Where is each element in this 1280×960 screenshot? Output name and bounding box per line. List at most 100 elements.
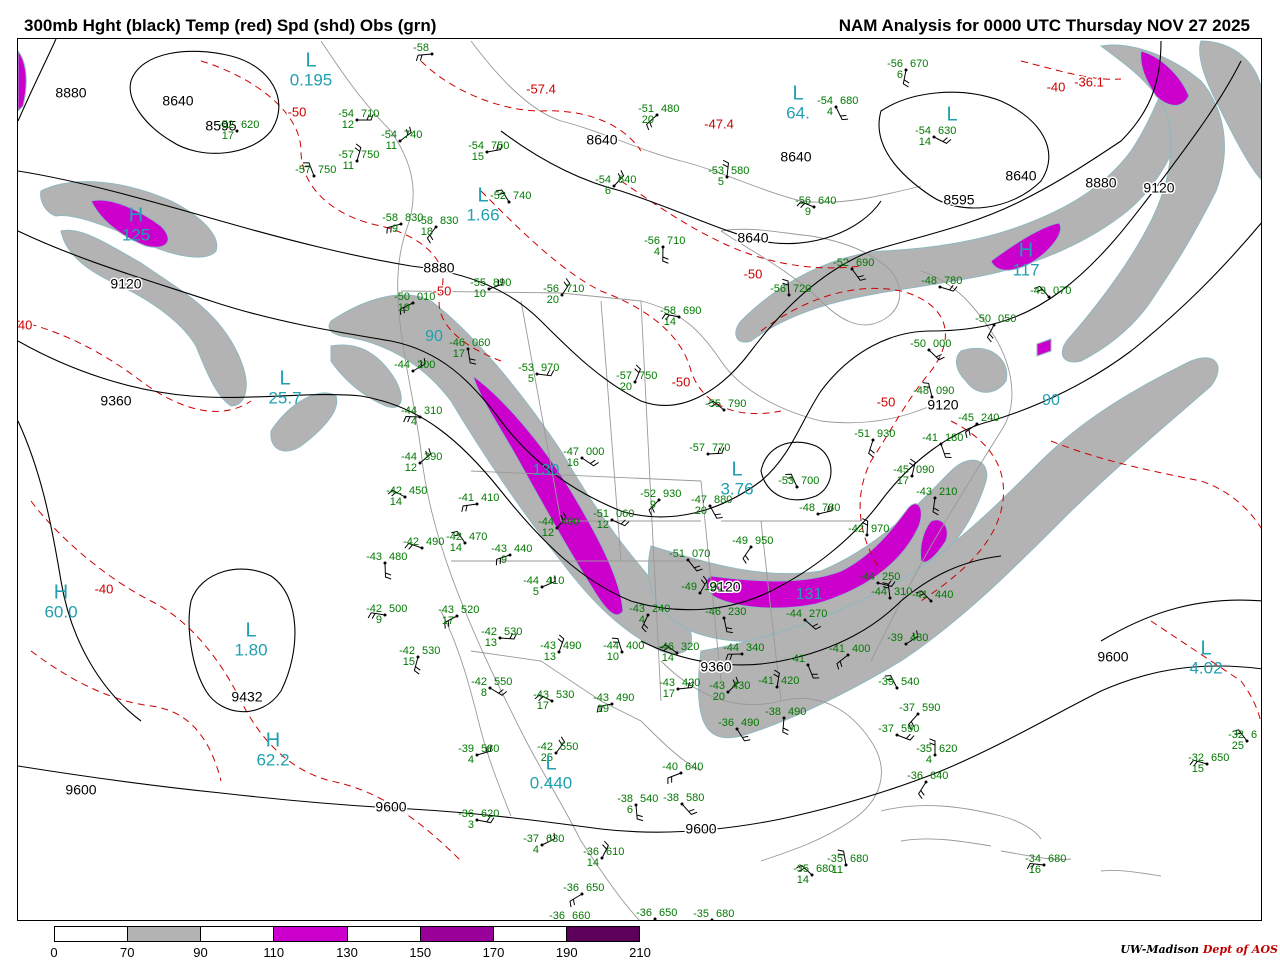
station-marker	[834, 105, 838, 109]
station-temperature: -48	[921, 275, 937, 287]
wind-barb	[917, 781, 927, 799]
station-marker	[560, 293, 564, 297]
station-plot: -36 6203	[458, 808, 499, 831]
station-height: 410	[546, 575, 564, 587]
station-plot: -55 790	[705, 398, 746, 412]
wind-barb	[489, 687, 508, 696]
station-temperature: -49	[1030, 285, 1046, 297]
station-marker	[655, 113, 659, 117]
wind-barb	[712, 919, 713, 920]
station-marker	[653, 917, 657, 920]
wind-barb	[662, 246, 669, 264]
station-marker	[1042, 863, 1046, 867]
station-marker	[924, 780, 928, 784]
station-height: 270	[809, 608, 827, 620]
station-temperature: -52	[490, 190, 506, 202]
station-dewpoint-depression: 20	[547, 294, 559, 306]
station-plot: -54 63014	[915, 125, 956, 148]
low-center: L0.195	[290, 49, 333, 89]
low-center: L3.76	[720, 458, 753, 498]
station-temperature: -44	[871, 586, 887, 598]
coastline-baja	[440, 610, 512, 817]
center-letter: L	[305, 49, 316, 71]
low-center: L4.02	[1189, 637, 1222, 677]
temperature-label: -47.4	[704, 116, 734, 131]
station-marker	[535, 372, 539, 376]
station-temperature: -53	[778, 475, 794, 487]
station-height: 770	[712, 442, 730, 454]
height-contour-west-ridge	[18, 420, 142, 722]
station-dewpoint-depression: 4	[827, 106, 833, 118]
station-dewpoint-depression: 20	[713, 691, 725, 703]
station-height: 620	[939, 743, 957, 755]
station-height: 490	[426, 536, 444, 548]
station-temperature: -37	[878, 723, 894, 735]
station-height: 640	[685, 761, 703, 773]
wind-barb	[635, 804, 644, 822]
station-height: 310	[424, 405, 442, 417]
low-center: L1.80	[234, 619, 267, 659]
station-temperature: -36	[549, 910, 565, 921]
station-marker	[612, 184, 616, 188]
station-dewpoint-depression: 20	[695, 505, 707, 517]
station-dewpoint-depression: 9	[650, 499, 656, 511]
station-dewpoint-depression: 17	[222, 130, 234, 142]
station-marker	[812, 205, 816, 209]
station-marker	[455, 614, 459, 618]
station-height: 050	[998, 313, 1016, 325]
temperature-label: -50	[288, 104, 307, 119]
height-label: 8640	[737, 230, 768, 246]
station-marker	[661, 245, 665, 249]
station-temperature: -39	[878, 676, 894, 688]
station-temperature: -41	[912, 589, 928, 601]
cuba-outline	[880, 805, 1042, 840]
station-plot: -43 480	[366, 551, 407, 565]
temp-contour-pacific-south	[30, 650, 222, 782]
station-temperature: -42	[403, 536, 419, 548]
station-height: 740	[513, 190, 531, 202]
legend-tick-label: 170	[482, 945, 505, 960]
station-temperature: -46	[705, 606, 721, 618]
station-dewpoint-depression: 15	[403, 656, 415, 668]
high-center: H60.0	[44, 581, 77, 621]
station-height: 640	[930, 770, 948, 782]
station-marker	[420, 546, 424, 550]
station-marker	[383, 613, 387, 617]
station-plot: -34 68016	[1025, 853, 1066, 876]
station-marker	[463, 541, 467, 545]
station-marker	[475, 818, 479, 822]
map-canvas[interactable]: 8880 8640859586408640864085958880 91208640…	[18, 39, 1262, 921]
station-plot: -32 65015	[1188, 752, 1229, 775]
station-plot: -51 930	[854, 428, 895, 442]
station-height: 790	[728, 398, 746, 410]
chart-title: 300mb Hght (black) Temp (red) Spd (shd) …	[24, 16, 437, 35]
height-label: 9360	[100, 393, 131, 409]
station-height: 890	[493, 277, 511, 289]
station-marker	[540, 585, 544, 589]
legend-swatch	[201, 927, 275, 941]
station-height: 580	[481, 743, 499, 755]
temperature-label: -50	[672, 374, 691, 389]
station-temperature: -51	[669, 548, 685, 560]
station-marker	[488, 686, 492, 690]
center-letter: H	[54, 581, 68, 603]
station-dewpoint-depression: 14	[664, 316, 676, 328]
station-dewpoint-depression: 9	[376, 614, 382, 626]
station-marker	[235, 129, 239, 133]
station-dewpoint-depression: 18	[421, 226, 433, 238]
station-dewpoint-depression: 6	[605, 185, 611, 197]
station-marker	[787, 293, 791, 297]
legend-tick-label: 110	[263, 945, 285, 960]
station-plot: -56 71020	[543, 283, 584, 306]
station-height: 440	[935, 589, 953, 601]
wind-barb	[896, 733, 915, 741]
center-value: 4.02	[1189, 658, 1222, 677]
station-temperature: -48	[799, 502, 815, 514]
weather-map[interactable]: 8880 8640 8595 8640 8640 8640 8595 8880 9120 8640…	[17, 38, 1262, 921]
center-value: 1.80	[234, 640, 267, 659]
station-marker	[487, 287, 491, 291]
station-marker	[810, 873, 814, 877]
wind-barb	[868, 439, 875, 458]
station-marker	[992, 323, 996, 327]
center-value: 0.195	[290, 70, 333, 89]
